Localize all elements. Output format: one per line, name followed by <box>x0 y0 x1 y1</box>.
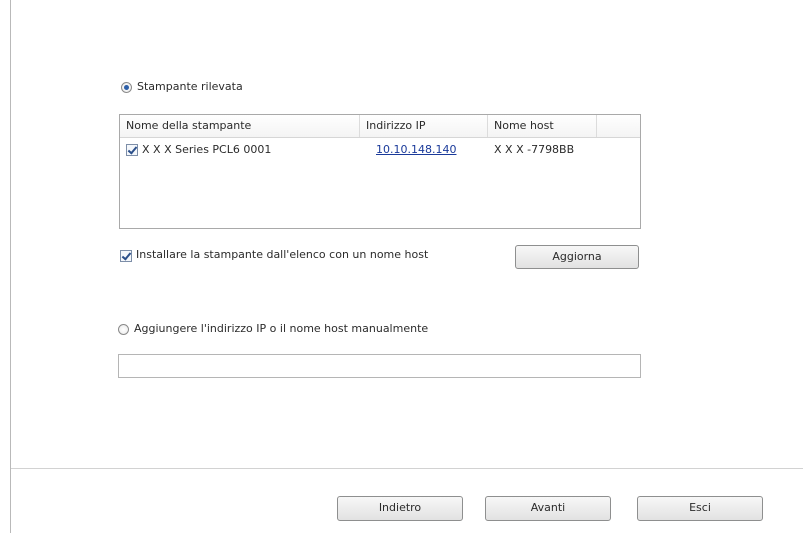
install-hostname-label: Installare la stampante dall'elenco con … <box>136 248 429 261</box>
refresh-button[interactable]: Aggiorna <box>515 245 639 269</box>
host-name-cell: X X X -7798BB <box>494 143 575 156</box>
exit-button[interactable]: Esci <box>637 496 763 521</box>
manual-entry-radio[interactable] <box>118 324 129 335</box>
printer-list-header: Nome della stampante Indirizzo IP Nome h… <box>120 115 640 138</box>
next-button[interactable]: Avanti <box>485 496 611 521</box>
table-row[interactable]: X X X Series PCL6 0001 10.10.148.140 X X… <box>120 139 640 159</box>
footer-divider <box>11 468 803 469</box>
manual-entry-label: Aggiungere l'indirizzo IP o il nome host… <box>134 322 429 335</box>
ip-address-link[interactable]: 10.10.148.140 <box>376 143 456 156</box>
printer-list[interactable]: Nome della stampante Indirizzo IP Nome h… <box>119 114 641 229</box>
column-header-printer-name[interactable]: Nome della stampante <box>120 115 360 137</box>
printer-name-cell: X X X Series PCL6 0001 <box>142 143 272 156</box>
column-header-host-name[interactable]: Nome host <box>488 115 597 137</box>
install-hostname-checkbox[interactable] <box>120 250 132 262</box>
window-left-border <box>10 0 11 533</box>
detected-printer-label: Stampante rilevata <box>137 80 243 93</box>
printer-row-checkbox[interactable] <box>126 144 138 156</box>
manual-address-input[interactable] <box>118 354 641 378</box>
column-header-ip-address[interactable]: Indirizzo IP <box>360 115 488 137</box>
back-button[interactable]: Indietro <box>337 496 463 521</box>
detected-printer-radio[interactable] <box>121 82 132 93</box>
